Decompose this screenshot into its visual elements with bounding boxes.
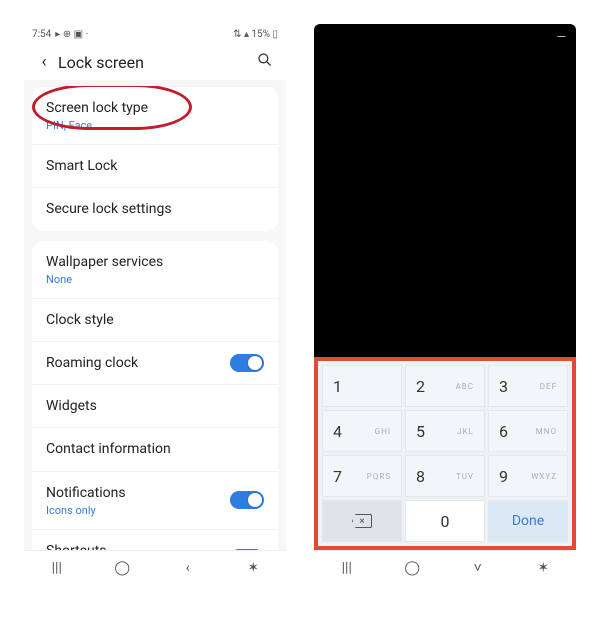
row-screen-lock-type[interactable]: Screen lock type PIN, Face bbox=[32, 86, 278, 144]
phone-pin-entry: — 1 2ABC 3DEF 4GHI 5JKL 6MNO 7PQRS 8TUV … bbox=[314, 24, 576, 584]
row-label: Screen lock type bbox=[46, 99, 264, 117]
row-label: Clock style bbox=[46, 311, 264, 329]
row-wallpaper-services[interactable]: Wallpaper services None bbox=[32, 241, 278, 298]
row-clock-style[interactable]: Clock style bbox=[32, 298, 278, 341]
row-smart-lock[interactable]: Smart Lock bbox=[32, 144, 278, 187]
search-button[interactable] bbox=[254, 52, 276, 72]
nav-recent[interactable]: ||| bbox=[46, 560, 68, 576]
row-label: Roaming clock bbox=[46, 354, 230, 372]
key-8[interactable]: 8TUV bbox=[405, 455, 485, 497]
nav-accessibility[interactable]: ✶ bbox=[242, 560, 264, 576]
row-label: Notifications bbox=[46, 484, 230, 502]
numeric-keypad: 1 2ABC 3DEF 4GHI 5JKL 6MNO 7PQRS 8TUV 9W… bbox=[322, 365, 568, 542]
status-time: 7:54 bbox=[32, 29, 51, 40]
row-secure-lock-settings[interactable]: Secure lock settings bbox=[32, 187, 278, 230]
row-label: Contact information bbox=[46, 440, 264, 458]
key-2[interactable]: 2ABC bbox=[405, 365, 485, 407]
nav-bar: ||| ◯ ‹ ✶ bbox=[24, 550, 286, 584]
key-1[interactable]: 1 bbox=[322, 365, 402, 407]
nav-bar: ||| ◯ ˅ ✶ bbox=[314, 550, 576, 584]
nav-home[interactable]: ◯ bbox=[401, 560, 423, 576]
dash-icon: — bbox=[557, 30, 566, 44]
toggle-notifications[interactable] bbox=[230, 491, 264, 509]
toggle-roaming-clock[interactable] bbox=[230, 354, 264, 372]
key-done[interactable]: Done bbox=[488, 500, 568, 542]
status-icons-right: ⇅ ▴ 15% ▯ bbox=[233, 29, 278, 40]
settings-list: Screen lock type PIN, Face Smart Lock Se… bbox=[24, 80, 286, 550]
key-6[interactable]: 6MNO bbox=[488, 410, 568, 452]
row-contact-information[interactable]: Contact information bbox=[32, 427, 278, 470]
keypad-highlight: 1 2ABC 3DEF 4GHI 5JKL 6MNO 7PQRS 8TUV 9W… bbox=[314, 357, 576, 550]
row-shortcuts[interactable]: Shortcuts Phone, Camera bbox=[32, 529, 278, 550]
toggle-shortcuts[interactable] bbox=[230, 549, 264, 550]
key-3[interactable]: 3DEF bbox=[488, 365, 568, 407]
nav-accessibility[interactable]: ✶ bbox=[532, 560, 554, 576]
nav-home[interactable]: ◯ bbox=[111, 560, 133, 576]
status-icons-left: ▸ ⊕ ▣ · bbox=[55, 29, 88, 40]
key-7[interactable]: 7PQRS bbox=[322, 455, 402, 497]
row-sub: PIN, Face bbox=[46, 119, 264, 132]
status-bar: 7:54 ▸ ⊕ ▣ · ⇅ ▴ 15% ▯ bbox=[24, 24, 286, 44]
key-backspace[interactable]: × bbox=[322, 500, 402, 542]
back-button[interactable]: ‹ bbox=[34, 52, 54, 72]
row-sub: Icons only bbox=[46, 504, 230, 517]
key-0[interactable]: 0 bbox=[405, 500, 485, 542]
row-widgets[interactable]: Widgets bbox=[32, 384, 278, 427]
page-title: Lock screen bbox=[54, 53, 254, 72]
backspace-icon: × bbox=[352, 514, 372, 528]
key-9[interactable]: 9WXYZ bbox=[488, 455, 568, 497]
row-sub: None bbox=[46, 273, 264, 286]
settings-card: Screen lock type PIN, Face Smart Lock Se… bbox=[32, 86, 278, 231]
pin-display-area: — bbox=[314, 24, 576, 357]
nav-recent[interactable]: ||| bbox=[336, 560, 358, 576]
nav-back[interactable]: ‹ bbox=[177, 560, 199, 576]
row-label: Smart Lock bbox=[46, 157, 264, 175]
row-label: Wallpaper services bbox=[46, 253, 264, 271]
key-4[interactable]: 4GHI bbox=[322, 410, 402, 452]
page-header: ‹ Lock screen bbox=[24, 44, 286, 80]
row-label: Widgets bbox=[46, 397, 264, 415]
settings-card: Wallpaper services None Clock style Roam… bbox=[32, 241, 278, 550]
phone-lockscreen-settings: 7:54 ▸ ⊕ ▣ · ⇅ ▴ 15% ▯ ‹ Lock screen Scr… bbox=[24, 24, 286, 584]
row-label: Shortcuts bbox=[46, 542, 230, 550]
nav-down[interactable]: ˅ bbox=[467, 559, 489, 576]
key-5[interactable]: 5JKL bbox=[405, 410, 485, 452]
search-icon bbox=[257, 52, 273, 68]
row-roaming-clock[interactable]: Roaming clock bbox=[32, 341, 278, 384]
row-label: Secure lock settings bbox=[46, 200, 264, 218]
row-notifications[interactable]: Notifications Icons only bbox=[32, 471, 278, 529]
